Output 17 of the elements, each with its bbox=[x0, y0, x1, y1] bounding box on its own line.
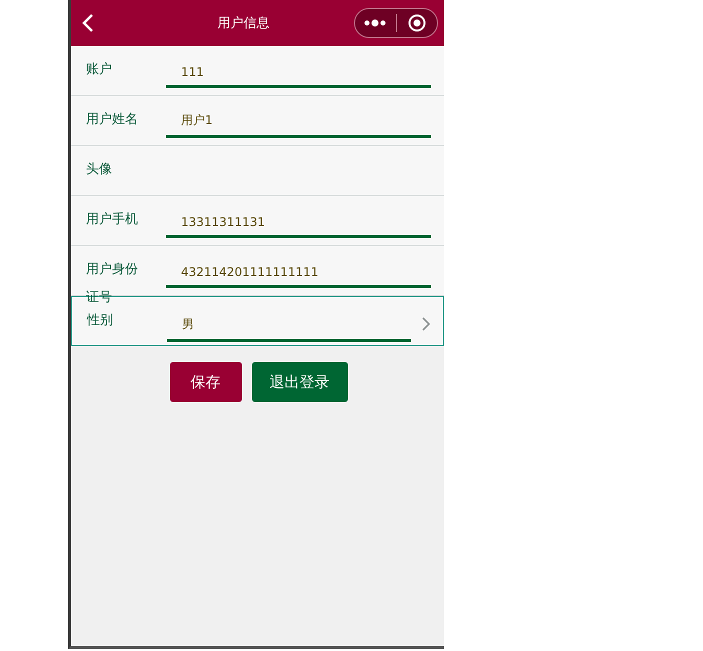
target-icon[interactable] bbox=[408, 14, 426, 32]
chevron-right-icon[interactable] bbox=[421, 316, 431, 332]
field-label: 账户 bbox=[86, 61, 113, 79]
logout-button[interactable]: 退出登录 bbox=[252, 362, 348, 402]
input-field[interactable]: 用户1 bbox=[166, 96, 431, 138]
field-label: 头像 bbox=[86, 161, 113, 179]
field-label: 性别 bbox=[87, 312, 114, 330]
input-field[interactable]: 432114201111111111 bbox=[166, 246, 431, 288]
more-icon[interactable] bbox=[364, 19, 386, 27]
select-field[interactable]: 男 bbox=[167, 301, 411, 342]
input-field[interactable]: 111 bbox=[166, 46, 431, 88]
field-label: 用户手机 bbox=[86, 211, 139, 229]
save-button[interactable]: 保存 bbox=[170, 362, 242, 402]
field-label: 用户姓名 bbox=[86, 111, 139, 129]
input-field[interactable]: 13311311131 bbox=[166, 196, 431, 238]
back-icon[interactable] bbox=[81, 13, 95, 33]
page-title: 用户信息 bbox=[216, 15, 270, 32]
